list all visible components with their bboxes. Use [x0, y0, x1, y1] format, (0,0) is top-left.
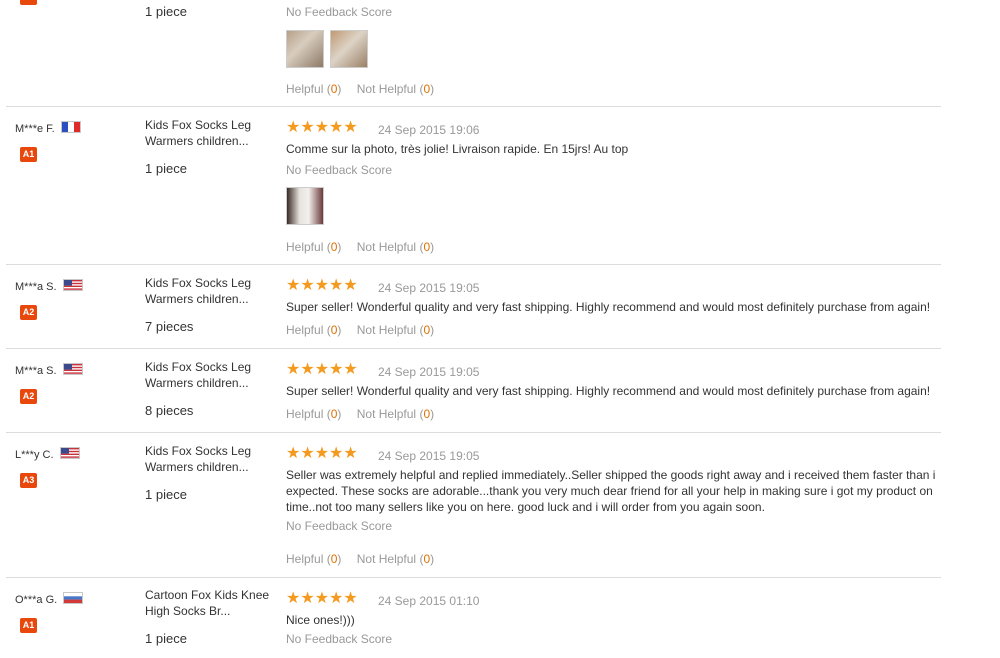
- feedback-score: No Feedback Score: [286, 519, 393, 533]
- not-helpful-button[interactable]: Not Helpful (0): [357, 240, 434, 254]
- product-link[interactable]: Kids Fox Socks Leg Warmers children...: [145, 275, 275, 307]
- review-date: 24 Sep 2015 01:10: [378, 594, 480, 608]
- product-link[interactable]: Cartoon Fox Kids Knee High Socks Br...: [145, 587, 275, 619]
- review-row: M***e F. A1 Kids Fox Socks Leg Warmers c…: [6, 107, 941, 265]
- star-rating: ★★★★★: [286, 119, 358, 136]
- review-text: Nice ones!))): [286, 613, 355, 627]
- helpful-button[interactable]: Helpful (0): [286, 407, 341, 421]
- helpful-controls: Helpful (0) Not Helpful (0): [286, 240, 446, 254]
- product-link[interactable]: Kids Fox Socks Leg Warmers children...: [145, 359, 275, 391]
- level-badge: A3: [20, 473, 37, 488]
- level-badge: A2: [20, 389, 37, 404]
- level-badge: A1: [20, 147, 37, 162]
- star-rating: ★★★★★: [286, 277, 358, 294]
- review-photo-thumbnail[interactable]: [330, 30, 368, 68]
- reviewer-name: O***a G.: [15, 592, 84, 606]
- review-row: L***y C. A3 Kids Fox Socks Leg Warmers c…: [6, 433, 941, 578]
- review-date: 24 Sep 2015 19:05: [378, 365, 480, 379]
- quantity: 1 piece: [145, 4, 187, 19]
- level-badge-partial: [20, 0, 37, 5]
- not-helpful-button[interactable]: Not Helpful (0): [357, 323, 434, 337]
- not-helpful-button[interactable]: Not Helpful (0): [357, 82, 434, 96]
- helpful-button[interactable]: Helpful (0): [286, 323, 341, 337]
- review-row: M***a S. A2 Kids Fox Socks Leg Warmers c…: [6, 265, 941, 349]
- not-helpful-button[interactable]: Not Helpful (0): [357, 552, 434, 566]
- review-text: Super seller! Wonderful quality and very…: [286, 384, 931, 398]
- review-row: O***a G. A1 Cartoon Fox Kids Knee High S…: [6, 578, 941, 658]
- usa-flag-icon: [59, 447, 80, 459]
- france-flag-icon: [60, 121, 81, 133]
- usa-flag-icon: [62, 363, 83, 375]
- reviewer-name: M***a S.: [15, 363, 83, 377]
- usa-flag-icon: [62, 279, 83, 291]
- reviewer-name: L***y C.: [15, 447, 80, 461]
- reviewer-name: M***e F.: [15, 121, 81, 135]
- review-text: Super seller! Wonderful quality and very…: [286, 300, 931, 314]
- reviewer-name: M***a S.: [15, 279, 83, 293]
- review-date: 24 Sep 2015 19:05: [378, 281, 480, 295]
- quantity: 7 pieces: [145, 319, 194, 334]
- helpful-button[interactable]: Helpful (0): [286, 240, 341, 254]
- review-text: Seller was extremely helpful and replied…: [286, 468, 936, 514]
- feedback-score: No Feedback Score: [286, 5, 393, 19]
- level-badge: A1: [20, 618, 37, 633]
- quantity: 1 piece: [145, 487, 187, 502]
- review-text: Comme sur la photo, très jolie! Livraiso…: [286, 142, 629, 156]
- helpful-button[interactable]: Helpful (0): [286, 82, 341, 96]
- review-photo-thumbnail[interactable]: [286, 187, 324, 225]
- feedback-score: No Feedback Score: [286, 163, 393, 177]
- product-link[interactable]: Kids Fox Socks Leg Warmers children...: [145, 443, 275, 475]
- russia-flag-icon: [63, 592, 84, 604]
- helpful-button[interactable]: Helpful (0): [286, 552, 341, 566]
- review-row: M***a S. A2 Kids Fox Socks Leg Warmers c…: [6, 349, 941, 433]
- helpful-controls: Helpful (0) Not Helpful (0): [286, 323, 446, 337]
- review-row-partial: 1 piece No Feedback Score Helpful (0) No…: [6, 0, 941, 107]
- review-date: 24 Sep 2015 19:06: [378, 123, 480, 137]
- not-helpful-button[interactable]: Not Helpful (0): [357, 407, 434, 421]
- product-link[interactable]: Kids Fox Socks Leg Warmers children...: [145, 117, 275, 149]
- quantity: 1 piece: [145, 161, 187, 176]
- review-photo-thumbnail[interactable]: [286, 30, 324, 68]
- helpful-controls: Helpful (0) Not Helpful (0): [286, 407, 446, 421]
- star-rating: ★★★★★: [286, 361, 358, 378]
- star-rating: ★★★★★: [286, 445, 358, 462]
- helpful-controls: Helpful (0) Not Helpful (0): [286, 552, 446, 566]
- helpful-controls: Helpful (0) Not Helpful (0): [286, 82, 446, 96]
- level-badge: A2: [20, 305, 37, 320]
- review-date: 24 Sep 2015 19:05: [378, 449, 480, 463]
- star-rating: ★★★★★: [286, 590, 358, 607]
- quantity: 8 pieces: [145, 403, 194, 418]
